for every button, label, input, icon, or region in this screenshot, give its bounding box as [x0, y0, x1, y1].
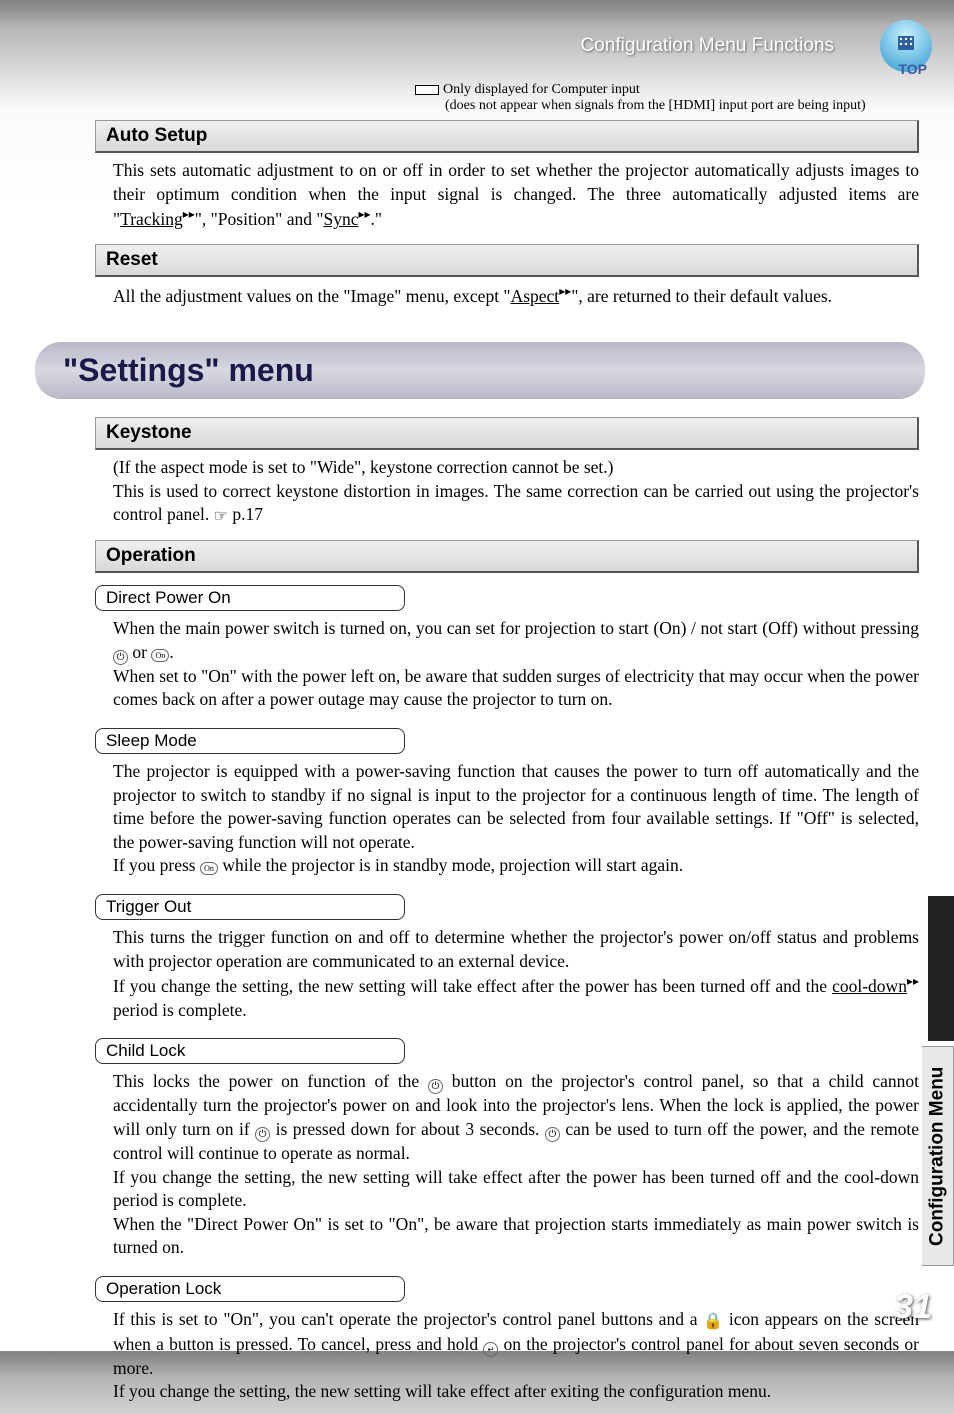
top-label[interactable]: TOP [898, 61, 927, 77]
enter-button-icon: ↵ [483, 1342, 498, 1357]
trigger-out-body: This turns the trigger function on and o… [95, 924, 919, 1032]
side-tab: Configuration Menu [922, 1046, 954, 1266]
child-lock-body: This locks the power on function of the … [95, 1068, 919, 1270]
power-button-icon: ⏻ [428, 1079, 443, 1094]
reset-header: Reset [95, 244, 919, 277]
on-button-icon: On [200, 862, 218, 875]
auto-setup-header: Auto Setup [95, 120, 919, 153]
operation-header: Operation [95, 540, 919, 573]
glossary-icon: ▸▸ [183, 207, 195, 221]
content-area: Only displayed for Computer input (does … [0, 82, 954, 1414]
on-button-icon: On [151, 649, 169, 662]
sleep-mode-body: The projector is equipped with a power-s… [95, 758, 919, 888]
aspect-link[interactable]: Aspect [511, 286, 560, 306]
trigger-out-header: Trigger Out [95, 894, 405, 920]
power-button-icon: ⏻ [255, 1127, 270, 1142]
page-header: Configuration Menu Functions TOP [0, 0, 954, 82]
keystone-header: Keystone [95, 417, 919, 450]
reset-body: All the adjustment values on the "Image"… [95, 283, 919, 320]
legend-note: (does not appear when signals from the [… [445, 98, 919, 114]
cooldown-link[interactable]: cool-down [832, 976, 907, 996]
operation-lock-body: If this is set to "On", you can't operat… [95, 1306, 919, 1414]
legend-box-icon [415, 85, 439, 95]
sync-link[interactable]: Sync [324, 209, 359, 229]
auto-setup-body: This sets automatic adjustment to on or … [95, 159, 919, 244]
page-number: 31 [894, 1288, 932, 1327]
settings-menu-title: "Settings" menu [35, 342, 925, 399]
page-ref[interactable]: p.17 [228, 504, 263, 524]
operation-lock-header: Operation Lock [95, 1276, 405, 1302]
power-button-icon: ⏻ [113, 650, 128, 665]
power-button-icon: ⏻ [545, 1127, 560, 1142]
sleep-mode-header: Sleep Mode [95, 728, 405, 754]
side-tab-marker [928, 896, 954, 1041]
child-lock-header: Child Lock [95, 1038, 405, 1064]
keystone-body: (If the aspect mode is set to "Wide", ke… [95, 456, 919, 540]
page-ref-icon: ☞ [214, 506, 228, 528]
glossary-icon: ▸▸ [907, 974, 919, 988]
glossary-icon: ▸▸ [559, 284, 571, 298]
header-title: Configuration Menu Functions [581, 35, 834, 57]
tracking-link[interactable]: Tracking [120, 209, 183, 229]
direct-power-header: Direct Power On [95, 585, 405, 611]
lock-icon: 🔒 [703, 1311, 723, 1333]
glossary-icon: ▸▸ [359, 207, 371, 221]
legend-text: Only displayed for Computer input [443, 82, 640, 98]
direct-power-body: When the main power switch is turned on,… [95, 615, 919, 722]
legend-line: Only displayed for Computer input [415, 82, 919, 98]
